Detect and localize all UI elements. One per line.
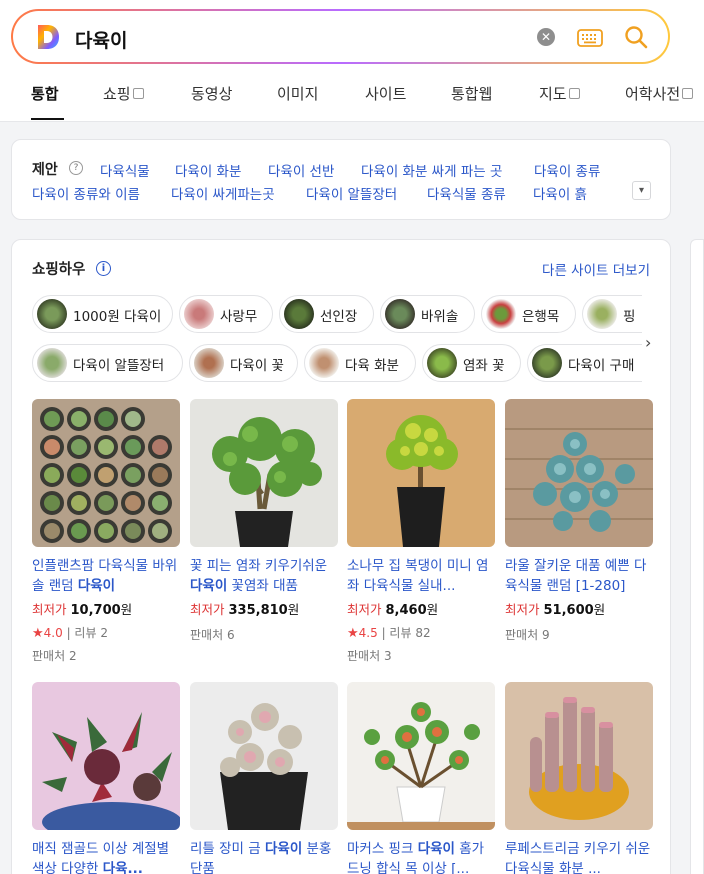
chip[interactable]: 핑: [582, 295, 642, 333]
chip[interactable]: 선인장: [279, 295, 374, 333]
chip-thumbnail: [184, 299, 214, 329]
chip-thumbnail: [427, 348, 457, 378]
chevron-right-icon[interactable]: ›: [645, 333, 651, 352]
chip[interactable]: 염좌 꽃: [422, 344, 521, 382]
product-image[interactable]: [32, 399, 180, 547]
chip[interactable]: 1000원 다육이: [32, 295, 173, 333]
product-sellers: 판매처 3: [347, 649, 392, 663]
product-card[interactable]: 마커스 핑크 다육이 홈가드닝 합식 목 이상 [...: [347, 682, 495, 874]
suggest-item[interactable]: 다육식물: [100, 160, 150, 180]
chip[interactable]: 사랑무: [179, 295, 273, 333]
product-image[interactable]: [347, 399, 495, 547]
product-card[interactable]: 인플랜츠팜 다육식물 바위솔 랜덤 다육이 최저가 10,700원 ★4.0 |…: [32, 399, 180, 664]
suggest-item[interactable]: 다육이 싸게파는곳: [171, 183, 275, 203]
suggest-item[interactable]: 다육이 화분: [175, 160, 241, 180]
chip-thumbnail: [194, 348, 224, 378]
product-card[interactable]: 소나무 집 복댕이 미니 염좌 다육식물 실내... 최저가 8,460원 ★4…: [347, 399, 495, 664]
star-icon: ★: [347, 626, 359, 641]
product-sellers: 판매처 9: [505, 628, 550, 642]
daum-logo-icon: [38, 25, 59, 49]
product-title[interactable]: 매직 잼골드 이상 계절별 색상 다양한 다육...: [32, 839, 180, 874]
product-card[interactable]: 꽃 피는 염좌 키우기쉬운 다육이 꽃염좌 대품 최저가 335,810원 판매…: [190, 399, 338, 643]
product-title[interactable]: 라울 잘키운 대품 예쁜 다육식물 랜덤 [1-280]: [505, 556, 653, 596]
product-title[interactable]: 꽃 피는 염좌 키우기쉬운 다육이 꽃염좌 대품: [190, 556, 338, 596]
more-sites-link[interactable]: 다른 사이트 더보기: [542, 259, 650, 279]
product-price: 최저가 10,700원: [32, 602, 133, 618]
external-link-icon: [682, 88, 694, 99]
keyboard-icon[interactable]: [577, 29, 603, 47]
tab-dictionary[interactable]: 어학사전: [625, 83, 694, 104]
star-icon: ★: [32, 626, 44, 641]
chip-thumbnail: [385, 299, 415, 329]
chip-thumbnail: [587, 299, 617, 329]
product-price: 최저가 335,810원: [190, 602, 300, 618]
suggest-item[interactable]: 다육이 종류: [534, 160, 600, 180]
product-card[interactable]: 라울 잘키운 대품 예쁜 다육식물 랜덤 [1-280] 최저가 51,600원…: [505, 399, 653, 643]
chip[interactable]: 다육 화분: [304, 344, 416, 382]
product-sellers: 판매처 6: [190, 628, 235, 642]
info-icon[interactable]: i: [96, 261, 111, 276]
header: 다육이 ✕ 통합 쇼핑 동영상 이미지 사이트 통합웹 지도 어학사전: [0, 0, 704, 122]
product-price: 최저가 51,600원: [505, 602, 606, 618]
chip[interactable]: 바위솔: [380, 295, 475, 333]
suggest-item[interactable]: 다육이 화분 싸게 파는 곳: [361, 160, 502, 180]
chip-thumbnail: [309, 348, 339, 378]
product-title[interactable]: 리틀 장미 금 다육이 분홍 단품: [190, 839, 338, 874]
product-image[interactable]: [190, 399, 338, 547]
suggest-card: 제안 ? 다육식물 다육이 화분 다육이 선반 다육이 화분 싸게 파는 곳 다…: [11, 139, 671, 220]
suggest-item[interactable]: 다육이 선반: [268, 160, 334, 180]
active-tab-indicator: [31, 118, 64, 120]
external-link-icon: [568, 88, 580, 99]
product-image[interactable]: [190, 682, 338, 830]
shopping-title: 쇼핑하우: [32, 262, 86, 278]
tab-web[interactable]: 통합웹: [451, 83, 492, 104]
tab-map[interactable]: 지도: [539, 83, 580, 104]
chip-thumbnail: [284, 299, 314, 329]
product-card[interactable]: 리틀 장미 금 다육이 분홍 단품: [190, 682, 338, 874]
product-image[interactable]: [505, 399, 653, 547]
chevron-down-icon[interactable]: ▾: [632, 181, 651, 200]
tab-image[interactable]: 이미지: [277, 83, 318, 104]
chip[interactable]: 다육이 구매: [527, 344, 642, 382]
suggest-item[interactable]: 다육이 종류와 이름: [32, 183, 140, 203]
side-card-edge: [690, 239, 704, 874]
product-image[interactable]: [505, 682, 653, 830]
search-icon[interactable]: [623, 24, 649, 50]
product-rating: ★4.0 | 리뷰 2: [32, 626, 108, 641]
chip[interactable]: 다육이 알뜰장터: [32, 344, 183, 382]
product-title[interactable]: 소나무 집 복댕이 미니 염좌 다육식물 실내...: [347, 556, 495, 596]
help-icon[interactable]: ?: [69, 161, 83, 175]
suggest-item[interactable]: 다육이 흙: [533, 183, 587, 203]
search-query[interactable]: 다육이: [75, 26, 127, 53]
tab-bar: 통합 쇼핑 동영상 이미지 사이트 통합웹 지도 어학사전: [0, 70, 704, 122]
suggest-label: 제안: [32, 162, 58, 178]
search-box[interactable]: 다육이 ✕: [11, 9, 670, 64]
tab-video[interactable]: 동영상: [191, 83, 232, 104]
shopping-card: 쇼핑하우 i 다른 사이트 더보기 1000원 다육이 사랑무 선인장 바위솔 …: [11, 239, 671, 874]
external-link-icon: [132, 88, 144, 99]
tab-shopping[interactable]: 쇼핑: [103, 83, 144, 104]
product-card[interactable]: 루페스트리금 키우기 쉬운 다육식물 화분 ...: [505, 682, 653, 874]
suggest-item[interactable]: 다육식물 종류: [427, 183, 506, 203]
product-title[interactable]: 마커스 핑크 다육이 홈가드닝 합식 목 이상 [...: [347, 839, 495, 874]
product-rating: ★4.5 | 리뷰 82: [347, 626, 431, 641]
product-sellers: 판매처 2: [32, 649, 77, 663]
chip-thumbnail: [532, 348, 562, 378]
chip-thumbnail: [37, 348, 67, 378]
product-title[interactable]: 인플랜츠팜 다육식물 바위솔 랜덤 다육이: [32, 556, 180, 596]
tab-all[interactable]: 통합: [31, 83, 59, 104]
chip-thumbnail: [486, 299, 516, 329]
tab-site[interactable]: 사이트: [365, 83, 406, 104]
product-price: 최저가 8,460원: [347, 602, 439, 618]
chip[interactable]: 은행목: [481, 295, 576, 333]
chip-thumbnail: [37, 299, 67, 329]
chip[interactable]: 다육이 꽃: [189, 344, 298, 382]
clear-icon[interactable]: ✕: [537, 28, 555, 46]
suggest-item[interactable]: 다육이 알뜰장터: [306, 183, 397, 203]
product-image[interactable]: [347, 682, 495, 830]
product-title[interactable]: 루페스트리금 키우기 쉬운 다육식물 화분 ...: [505, 839, 653, 874]
product-image[interactable]: [32, 682, 180, 830]
product-card[interactable]: 매직 잼골드 이상 계절별 색상 다양한 다육...: [32, 682, 180, 874]
